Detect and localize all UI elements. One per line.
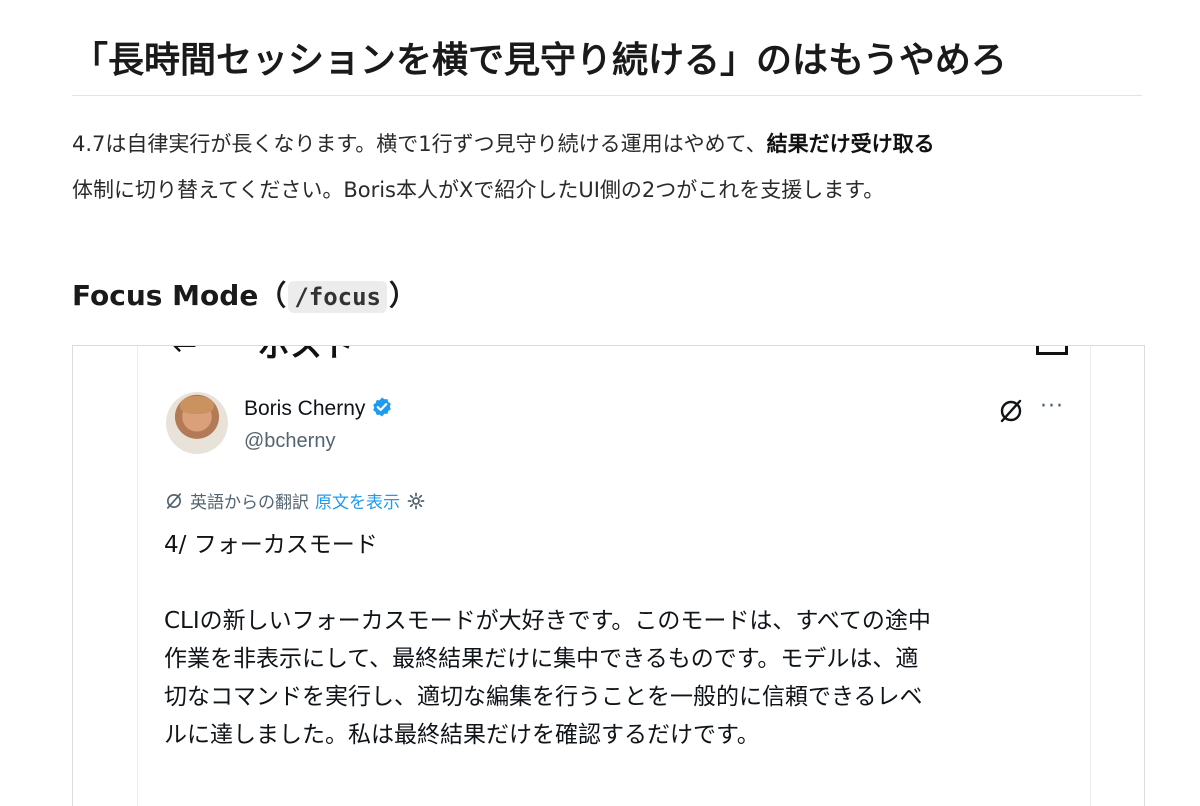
section-heading-close: ）: [389, 279, 418, 312]
tweet-line-1: 4/ フォーカスモード: [164, 532, 378, 558]
section-heading-text: Focus Mode（: [72, 279, 287, 312]
tweet-line-5: ルに達しました。私は最終結果だけを確認するだけです。: [164, 722, 760, 748]
inline-code: /focus: [288, 281, 388, 313]
tweet-spacer: [164, 564, 1084, 602]
tweet-line-3: 作業を非表示にして、最終結果だけに集中できるものです。モデルは、適: [164, 646, 919, 672]
tweet-line-2: CLIの新しいフォーカスモードが大好きです。このモードは、すべての途中: [164, 608, 931, 634]
paragraph-line-1-text: 4.7は自律実行が長くなります。横で1行ずつ見守り続ける運用はやめて、: [72, 132, 767, 156]
grok-icon[interactable]: [998, 398, 1024, 424]
author-name-row[interactable]: Boris Cherny: [244, 396, 393, 421]
more-options-icon[interactable]: ···: [1040, 394, 1064, 419]
avatar[interactable]: [166, 392, 228, 454]
author-name[interactable]: Boris Cherny: [244, 397, 365, 420]
author-handle[interactable]: @bcherny: [244, 430, 335, 453]
translation-row: 英語からの翻訳 原文を表示: [164, 488, 426, 513]
show-original-link[interactable]: 原文を表示: [315, 488, 400, 513]
grok-small-icon: [167, 492, 181, 509]
translated-from-label: 英語からの翻訳: [190, 493, 309, 513]
reader-icon[interactable]: [1036, 346, 1068, 355]
embedded-screenshot: ← ポスト Boris Cherny @bcherny ··· 英語からの翻訳 …: [72, 345, 1145, 806]
article-heading: 「長時間セッションを横で見守り続ける」のはもうやめろ: [72, 40, 1007, 81]
paragraph-line-2: 体制に切り替えてください。Boris本人がXで紹介したUI側の2つがこれを支援し…: [72, 178, 885, 202]
article-paragraph: 4.7は自律実行が長くなります。横で1行ずつ見守り続ける運用はやめて、結果だけ受…: [72, 121, 1142, 213]
tweet-text: 4/ フォーカスモード CLIの新しいフォーカスモードが大好きです。このモードは…: [164, 526, 1084, 754]
section-heading: Focus Mode（/focus）: [72, 274, 417, 319]
paragraph-bold-text: 結果だけ受け取る: [766, 132, 935, 156]
paragraph-line-1: 4.7は自律実行が長くなります。横で1行ずつ見守り続ける運用はやめて、結果だけ受…: [72, 121, 1142, 167]
gear-icon[interactable]: [406, 491, 426, 511]
tweet-card: ← ポスト Boris Cherny @bcherny ··· 英語からの翻訳 …: [137, 345, 1091, 806]
post-header-title: ポスト: [258, 345, 355, 364]
tweet-line-4: 切なコマンドを実行し、適切な編集を行うことを一般的に信頼できるレベ: [164, 684, 923, 710]
verified-badge-icon: [373, 397, 392, 417]
heading-divider: [72, 95, 1142, 96]
back-arrow-icon[interactable]: ←: [172, 346, 197, 363]
